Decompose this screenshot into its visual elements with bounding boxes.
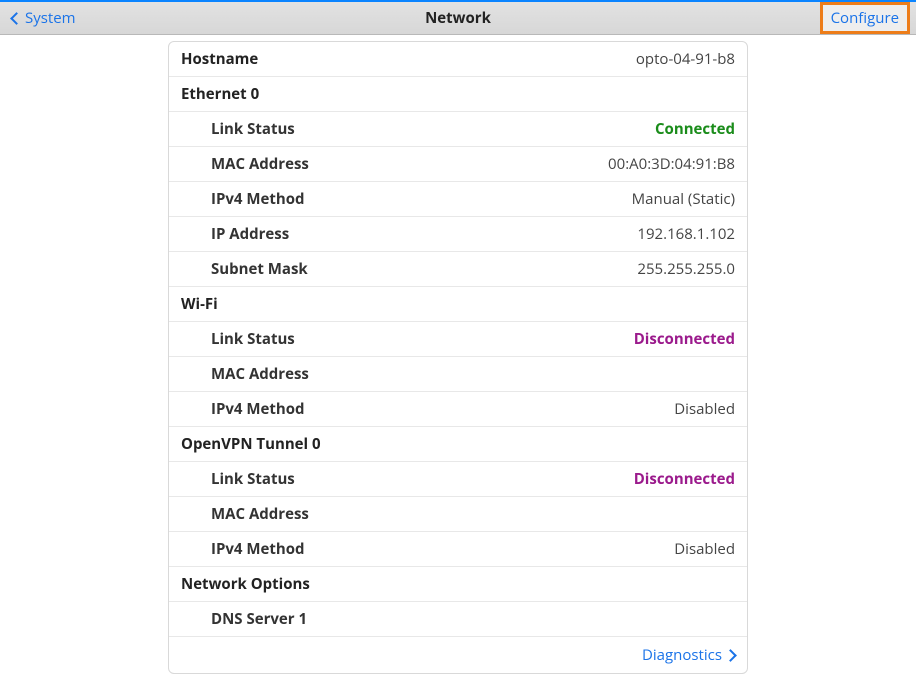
wifi-title: Wi-Fi [181, 294, 218, 314]
network-options-title: Network Options [181, 574, 310, 594]
wifi-header: Wi-Fi [169, 287, 747, 322]
ethernet0-ip-row: IP Address 192.168.1.102 [169, 217, 747, 252]
openvpn0-method-row: IPv4 Method Disabled [169, 532, 747, 567]
network-panel: Hostname opto-04-91-b8 Ethernet 0 Link S… [168, 41, 748, 674]
openvpn0-mac-label: MAC Address [181, 504, 309, 524]
wifi-link-label: Link Status [181, 329, 295, 349]
ethernet0-subnet-value: 255.255.255.0 [637, 259, 735, 279]
page-title: Network [425, 8, 491, 28]
wifi-method-row: IPv4 Method Disabled [169, 392, 747, 427]
ethernet0-ip-value: 192.168.1.102 [637, 224, 735, 244]
ethernet0-method-row: IPv4 Method Manual (Static) [169, 182, 747, 217]
ethernet0-mac-row: MAC Address 00:A0:3D:04:91:B8 [169, 147, 747, 182]
ethernet0-title: Ethernet 0 [181, 84, 259, 104]
ethernet0-link-label: Link Status [181, 119, 295, 139]
ethernet0-link-value: Connected [655, 119, 735, 139]
wifi-method-label: IPv4 Method [181, 399, 305, 419]
back-button[interactable]: System [6, 5, 82, 31]
openvpn0-link-row: Link Status Disconnected [169, 462, 747, 497]
page-body: Hostname opto-04-91-b8 Ethernet 0 Link S… [0, 35, 916, 674]
configure-button[interactable]: Configure [820, 2, 910, 34]
wifi-link-row: Link Status Disconnected [169, 322, 747, 357]
openvpn0-link-value: Disconnected [634, 469, 735, 489]
openvpn0-link-label: Link Status [181, 469, 295, 489]
ethernet0-subnet-label: Subnet Mask [181, 259, 308, 279]
hostname-label: Hostname [181, 49, 258, 69]
wifi-method-value: Disabled [674, 399, 735, 419]
dns1-row: DNS Server 1 [169, 602, 747, 637]
ethernet0-method-label: IPv4 Method [181, 189, 305, 209]
ethernet0-mac-label: MAC Address [181, 154, 309, 174]
wifi-link-value: Disconnected [634, 329, 735, 349]
ethernet0-mac-value: 00:A0:3D:04:91:B8 [608, 154, 735, 174]
hostname-value: opto-04-91-b8 [636, 49, 735, 69]
back-label: System [25, 8, 76, 28]
openvpn0-header: OpenVPN Tunnel 0 [169, 427, 747, 462]
openvpn0-title: OpenVPN Tunnel 0 [181, 434, 321, 454]
diagnostics-label: Diagnostics [642, 645, 722, 665]
dns1-label: DNS Server 1 [181, 609, 307, 629]
wifi-mac-row: MAC Address [169, 357, 747, 392]
hostname-row: Hostname opto-04-91-b8 [169, 42, 747, 77]
wifi-mac-label: MAC Address [181, 364, 309, 384]
ethernet0-header: Ethernet 0 [169, 77, 747, 112]
ethernet0-link-row: Link Status Connected [169, 112, 747, 147]
network-options-header: Network Options [169, 567, 747, 602]
openvpn0-mac-row: MAC Address [169, 497, 747, 532]
ethernet0-ip-label: IP Address [181, 224, 289, 244]
openvpn0-method-label: IPv4 Method [181, 539, 305, 559]
titlebar: System Network Configure [0, 0, 916, 35]
chevron-left-icon [10, 12, 23, 25]
ethernet0-subnet-row: Subnet Mask 255.255.255.0 [169, 252, 747, 287]
ethernet0-method-value: Manual (Static) [632, 189, 735, 209]
openvpn0-method-value: Disabled [674, 539, 735, 559]
diagnostics-link[interactable]: Diagnostics [169, 637, 747, 673]
chevron-right-icon [724, 649, 737, 662]
